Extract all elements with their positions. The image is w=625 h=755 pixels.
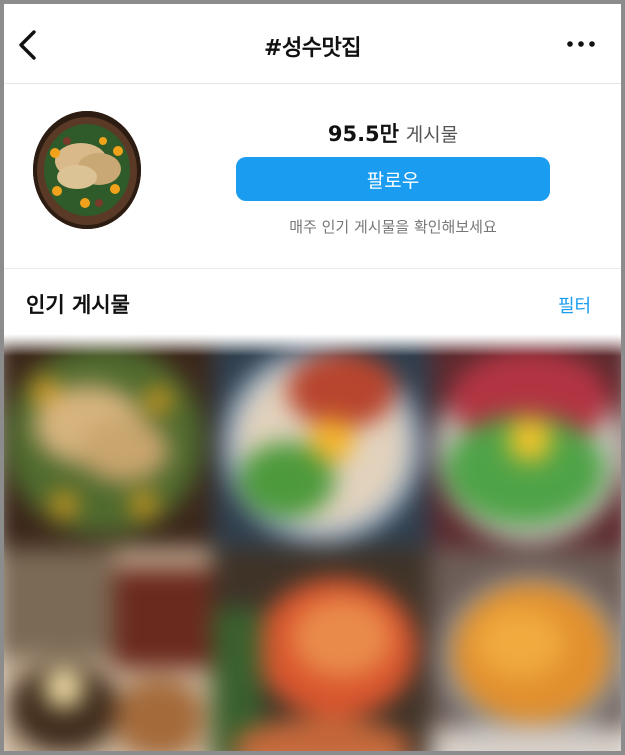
post-count: 95.5만 bbox=[327, 122, 399, 146]
grid-post[interactable] bbox=[4, 334, 214, 550]
divider bbox=[4, 268, 621, 269]
page-title: #성수맛집 bbox=[264, 36, 361, 61]
grid-post[interactable] bbox=[430, 548, 621, 751]
follow-button[interactable]: 팔로우 bbox=[236, 157, 550, 201]
ellipsis-icon bbox=[567, 41, 595, 47]
hashtag-avatar[interactable] bbox=[33, 111, 141, 229]
grid-post[interactable] bbox=[430, 334, 621, 550]
grid-post[interactable] bbox=[212, 334, 432, 550]
post-stats: 95.5만 게시물 bbox=[236, 118, 550, 148]
grid-post[interactable] bbox=[212, 548, 432, 751]
post-unit-label: 게시물 bbox=[405, 124, 459, 146]
grid-top-fade bbox=[4, 334, 621, 356]
post-grid bbox=[4, 334, 621, 751]
food-bowl-image bbox=[33, 111, 141, 229]
section-title: 인기 게시물 bbox=[26, 293, 130, 317]
top-bar: #성수맛집 bbox=[4, 4, 621, 84]
app-screen: #성수맛집 95.5만 게시물 팔로우 매주 인기 게시물을 확인해보세요 인기… bbox=[4, 4, 621, 751]
filter-button[interactable]: 필터 bbox=[558, 292, 591, 318]
weekly-popular-hint: 매주 인기 게시물을 확인해보세요 bbox=[289, 218, 497, 236]
grid-post[interactable] bbox=[4, 548, 214, 751]
more-options-button[interactable] bbox=[564, 34, 598, 54]
